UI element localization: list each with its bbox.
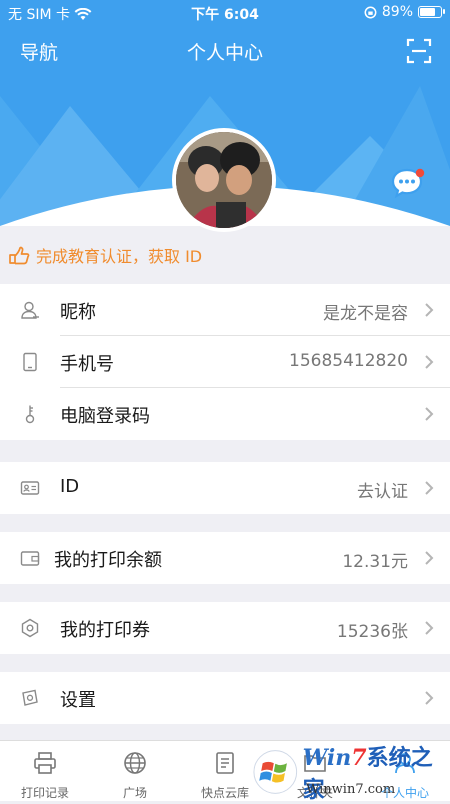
avatar-photo [176,132,272,228]
nickname-label: 昵称 [60,302,96,323]
row-settings[interactable]: 设置 [0,672,450,724]
print-coupons-label: 我的打印券 [60,620,150,641]
pc-login-code-label: 电脑登录码 [60,406,150,427]
wallet-icon [20,551,40,566]
chevron-right-icon [425,407,434,421]
chevron-right-icon [425,621,434,635]
document-icon [216,752,234,774]
print-balance-label: 我的打印余额 [54,550,162,571]
coupon-group: 我的打印券 15236张 [0,602,450,654]
row-id[interactable]: ID 去认证 [0,462,450,514]
chevron-right-icon [425,481,434,495]
profile-group: 昵称 是龙不是容 手机号 15685412820 电脑登录码 [0,284,450,440]
balance-group: 我的打印余额 12.31元 [0,532,450,584]
battery-fill [420,8,436,16]
education-verify-link[interactable]: 完成教育认证，获取 ID [8,243,202,267]
watermark-seven: 7 [351,745,367,771]
message-icon[interactable] [390,166,426,200]
row-print-coupons[interactable]: 我的打印券 15236张 [0,602,450,654]
page-title: 个人中心 [186,42,263,64]
tab-print-records[interactable]: 打印记录 [0,741,90,801]
notification-dot [415,168,425,178]
avatar[interactable] [172,128,276,232]
watermark: Win7系统之家 Winwin7.com [252,744,450,803]
battery-percent: 89% [381,4,413,20]
status-bar: 无 SIM 卡 下午 6:04 89% [0,0,450,26]
row-pc-login-code[interactable]: 电脑登录码 [0,388,450,440]
chevron-right-icon [425,355,434,369]
watermark-url: Winwin7.com [306,782,396,797]
chevron-right-icon [425,691,434,705]
phone-label: 手机号 [60,354,114,375]
print-coupons-value: 15236张 [336,622,408,642]
tab-label: 广场 [122,786,147,800]
windows-logo-icon [253,750,298,794]
id-group: ID 去认证 [0,462,450,514]
key-icon [25,405,35,424]
navbar: 导航 个人中心 [0,26,450,76]
id-label: ID [60,476,80,497]
phone-icon [23,352,37,372]
id-verify-value: 去认证 [357,482,408,502]
chevron-right-icon [425,303,434,317]
status-right: 89% [364,4,445,20]
print-balance-value: 12.31元 [342,552,408,572]
row-nickname[interactable]: 昵称 是龙不是容 [0,284,450,336]
hand-point-icon [9,246,30,265]
settings-group: 设置 [0,672,450,724]
row-print-balance[interactable]: 我的打印余额 12.31元 [0,532,450,584]
globe-icon [124,752,146,774]
nickname-value: 是龙不是容 [323,304,408,324]
tab-label: 打印记录 [20,786,69,800]
education-notice-text: 完成教育认证，获取 ID [36,247,203,266]
settings-icon [22,689,38,706]
scan-icon[interactable] [406,38,432,64]
battery-icon [418,6,445,18]
watermark-win: Win [302,745,352,771]
coupon-gear-icon [21,618,39,638]
phone-value: 15685412820 [289,351,408,371]
settings-label: 设置 [60,690,96,711]
row-phone[interactable]: 手机号 15685412820 [0,336,450,388]
person-outline-icon [21,301,39,319]
chevron-right-icon [425,551,434,565]
id-card-icon [20,481,40,495]
tab-square[interactable]: 广场 [90,741,180,801]
printer-icon [34,752,56,774]
orientation-lock-icon [364,6,377,18]
